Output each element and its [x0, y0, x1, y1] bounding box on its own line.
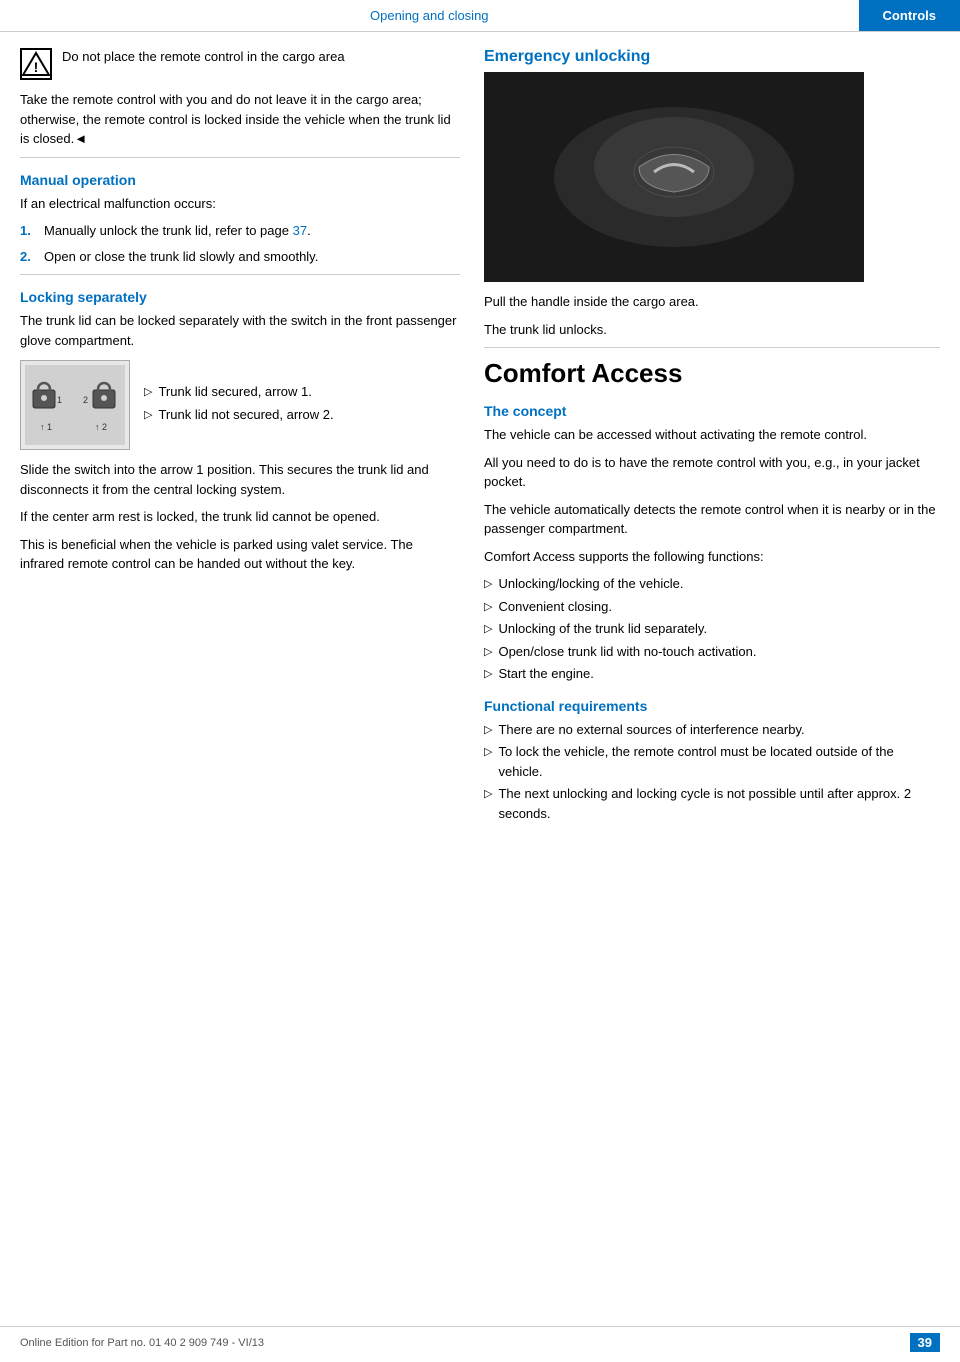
lock-bullet-1: Trunk lid secured, arrow 1.: [158, 382, 311, 402]
warning-text: Do not place the remote control in the c…: [62, 48, 345, 66]
header-section-right: Controls: [859, 0, 960, 31]
concept-bullet-1: Unlocking/locking of the vehicle.: [498, 574, 683, 594]
lock-image-area: 1 2 ↑ 1 ↑ 2 ▷ Trunk lid secured, arrow 1…: [20, 360, 460, 450]
bullet-arrow-icon: ▷: [484, 786, 492, 803]
bullet-arrow-icon: ▷: [484, 599, 492, 616]
concept-text-2: All you need to do is to have the remote…: [484, 453, 940, 492]
lock-bullets: ▷ Trunk lid secured, arrow 1. ▷ Trunk li…: [144, 382, 334, 429]
list-item: ▷ Trunk lid not secured, arrow 2.: [144, 405, 334, 425]
list-item: ▷ Unlocking/locking of the vehicle.: [484, 574, 940, 594]
center-arm-text: If the center arm rest is locked, the tr…: [20, 507, 460, 527]
bullet-arrow-icon: ▷: [484, 576, 492, 593]
the-concept-heading: The concept: [484, 403, 940, 419]
emergency-text-1: Pull the handle inside the cargo area.: [484, 292, 940, 312]
slide-text: Slide the switch into the arrow 1 positi…: [20, 460, 460, 499]
functional-requirements-heading: Functional requirements: [484, 698, 940, 714]
list-item: ▷ Unlocking of the trunk lid separately.: [484, 619, 940, 639]
functional-req-bullets-list: ▷ There are no external sources of inter…: [484, 720, 940, 824]
step-1-text: Manually unlock the trunk lid, refer to …: [44, 221, 311, 241]
step-number-1: 1.: [20, 221, 36, 241]
divider-2: [20, 274, 460, 275]
comfort-access-heading: Comfort Access: [484, 358, 940, 389]
manual-operation-intro: If an electrical malfunction occurs:: [20, 194, 460, 214]
list-item: 2. Open or close the trunk lid slowly an…: [20, 247, 460, 267]
divider-1: [20, 157, 460, 158]
lock-diagram-svg: 1 2 ↑ 1 ↑ 2: [25, 365, 125, 445]
svg-text:↑ 2: ↑ 2: [95, 422, 107, 432]
list-item: ▷ Convenient closing.: [484, 597, 940, 617]
svg-text:2: 2: [83, 395, 88, 405]
svg-text:1: 1: [57, 395, 62, 405]
emergency-unlocking-heading: Emergency unlocking: [484, 48, 940, 66]
emergency-text-2: The trunk lid unlocks.: [484, 320, 940, 340]
bullet-arrow-icon: ▷: [484, 666, 492, 683]
lock-bullet-2: Trunk lid not secured, arrow 2.: [158, 405, 333, 425]
locking-separately-text: The trunk lid can be locked separately w…: [20, 311, 460, 350]
list-item: ▷ There are no external sources of inter…: [484, 720, 940, 740]
step-number-2: 2.: [20, 247, 36, 267]
bullet-arrow-icon: ▷: [484, 722, 492, 739]
func-bullet-2: To lock the vehicle, the remote control …: [498, 742, 940, 781]
func-bullet-1: There are no external sources of interfe…: [498, 720, 804, 740]
list-item: ▷ Trunk lid secured, arrow 1.: [144, 382, 334, 402]
func-bullet-3: The next unlocking and locking cycle is …: [498, 784, 940, 823]
concept-text-4: Comfort Access supports the following fu…: [484, 547, 940, 567]
bullet-arrow-icon: ▷: [484, 644, 492, 661]
header-section-left: Opening and closing: [0, 0, 859, 31]
bullet-arrow-icon: ▷: [484, 621, 492, 638]
concept-text-1: The vehicle can be accessed without acti…: [484, 425, 940, 445]
page-number: 39: [910, 1333, 940, 1352]
concept-bullet-3: Unlocking of the trunk lid separately.: [498, 619, 707, 639]
concept-bullets-list: ▷ Unlocking/locking of the vehicle. ▷ Co…: [484, 574, 940, 684]
locking-separately-heading: Locking separately: [20, 289, 460, 305]
warning-box: ! Do not place the remote control in the…: [20, 48, 460, 80]
main-content: ! Do not place the remote control in the…: [0, 32, 960, 831]
header-opening-closing-label: Opening and closing: [370, 8, 489, 23]
right-column: Emergency unlocking Pull the handle insi…: [484, 48, 940, 831]
step-2-text: Open or close the trunk lid slowly and s…: [44, 247, 318, 267]
concept-bullet-2: Convenient closing.: [498, 597, 611, 617]
manual-operation-heading: Manual operation: [20, 172, 460, 188]
bullet-arrow-icon: ▷: [144, 384, 152, 401]
warning-triangle-icon: !: [22, 50, 50, 78]
concept-bullet-5: Start the engine.: [498, 664, 593, 684]
page-link-37[interactable]: 37: [293, 223, 307, 238]
emergency-image-svg: [484, 72, 864, 282]
divider-3: [484, 347, 940, 348]
page-footer: Online Edition for Part no. 01 40 2 909 …: [0, 1326, 960, 1352]
svg-text:!: !: [34, 59, 39, 75]
bullet-arrow-icon: ▷: [144, 407, 152, 424]
list-item: ▷ Open/close trunk lid with no-touch act…: [484, 642, 940, 662]
list-item: 1. Manually unlock the trunk lid, refer …: [20, 221, 460, 241]
manual-steps-list: 1. Manually unlock the trunk lid, refer …: [20, 221, 460, 266]
concept-text-3: The vehicle automatically detects the re…: [484, 500, 940, 539]
list-item: ▷ The next unlocking and locking cycle i…: [484, 784, 940, 823]
emergency-unlocking-image: [484, 72, 864, 282]
lock-image-box: 1 2 ↑ 1 ↑ 2: [20, 360, 130, 450]
concept-bullet-4: Open/close trunk lid with no-touch activ…: [498, 642, 756, 662]
svg-text:↑ 1: ↑ 1: [40, 422, 52, 432]
list-item: ▷ Start the engine.: [484, 664, 940, 684]
warning-icon: !: [20, 48, 52, 80]
page-header: Opening and closing Controls: [0, 0, 960, 32]
left-column: ! Do not place the remote control in the…: [20, 48, 460, 831]
header-controls-label: Controls: [883, 8, 936, 23]
intro-text: Take the remote control with you and do …: [20, 90, 460, 149]
bullet-arrow-icon: ▷: [484, 744, 492, 761]
footer-edition-text: Online Edition for Part no. 01 40 2 909 …: [20, 1337, 264, 1349]
beneficial-text: This is beneficial when the vehicle is p…: [20, 535, 460, 574]
list-item: ▷ To lock the vehicle, the remote contro…: [484, 742, 940, 781]
